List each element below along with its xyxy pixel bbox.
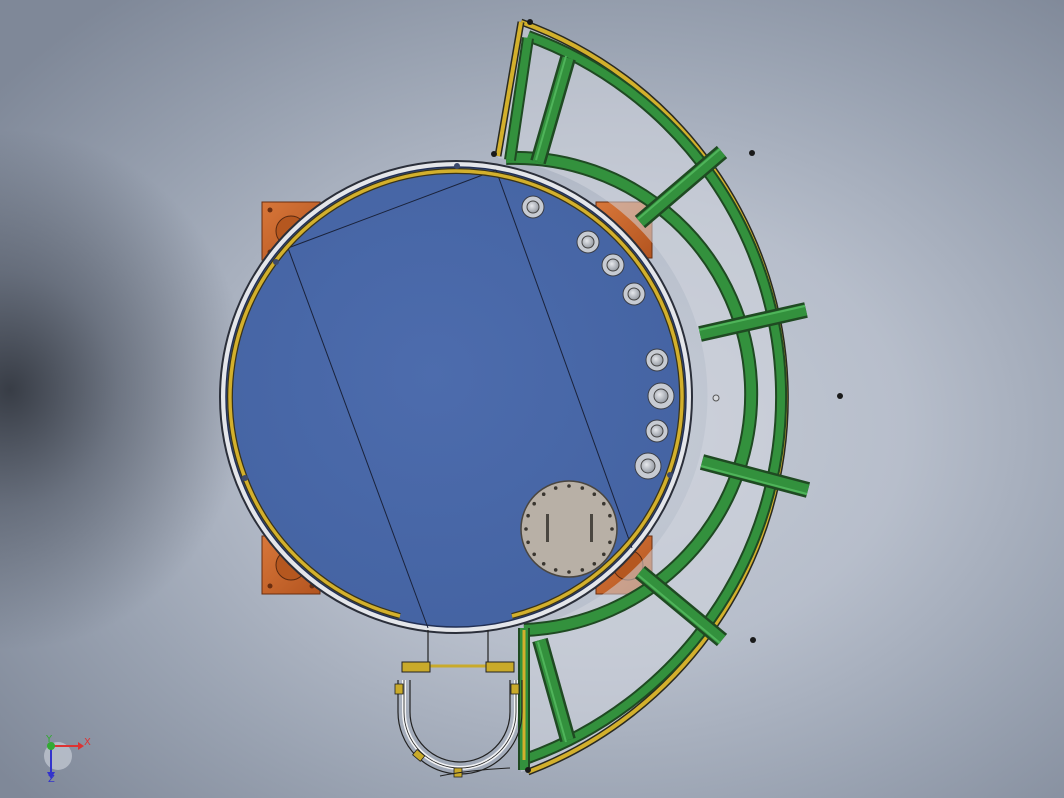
manhole-bolt: [592, 562, 597, 566]
nozzle[interactable]: [647, 382, 675, 410]
nozzle[interactable]: [645, 348, 669, 372]
manhole-handle: [546, 514, 549, 542]
frame-bolt: [712, 394, 720, 402]
stair-cage[interactable]: [394, 630, 523, 778]
cage-bracket-left: [401, 661, 431, 673]
manhole-bolt: [580, 486, 585, 490]
manhole-bolt: [608, 513, 612, 518]
coordinate-triad: X Y Z: [44, 734, 91, 785]
cad-viewport[interactable]: X Y Z: [0, 0, 1064, 798]
nozzle[interactable]: [601, 253, 625, 277]
manhole-bolt: [592, 492, 597, 497]
manhole-bolt: [524, 527, 528, 531]
cage-bracket-right: [485, 661, 515, 673]
manhole-bolt: [526, 513, 530, 518]
manhole-handle: [590, 514, 593, 542]
nozzle[interactable]: [622, 282, 646, 306]
manhole-bolt: [602, 501, 606, 506]
manhole-bolt: [532, 501, 536, 506]
manhole-bolt: [553, 486, 558, 490]
manhole-bolt: [541, 492, 546, 497]
nozzle[interactable]: [576, 230, 600, 254]
x-axis-label: X: [84, 737, 91, 748]
model-drawing[interactable]: X Y Z: [0, 0, 1064, 798]
manhole-bolt: [602, 552, 606, 557]
manhole-bolt: [580, 568, 585, 572]
y-axis-label: Y: [45, 734, 53, 745]
manhole-bolt: [608, 540, 612, 545]
tank[interactable]: [219, 160, 693, 634]
nozzle[interactable]: [634, 452, 662, 480]
z-axis-label: Z: [48, 774, 55, 785]
manhole-bolt: [567, 570, 571, 574]
manhole-bolt: [541, 562, 546, 566]
manhole-bolt: [610, 527, 614, 531]
nozzle[interactable]: [521, 195, 545, 219]
nozzle[interactable]: [645, 419, 669, 443]
manhole-bolt: [532, 552, 536, 557]
manhole-bolt: [526, 540, 530, 545]
manhole-bolt: [553, 568, 558, 572]
manhole-cover[interactable]: [520, 480, 618, 578]
manhole-bolt: [567, 484, 571, 488]
